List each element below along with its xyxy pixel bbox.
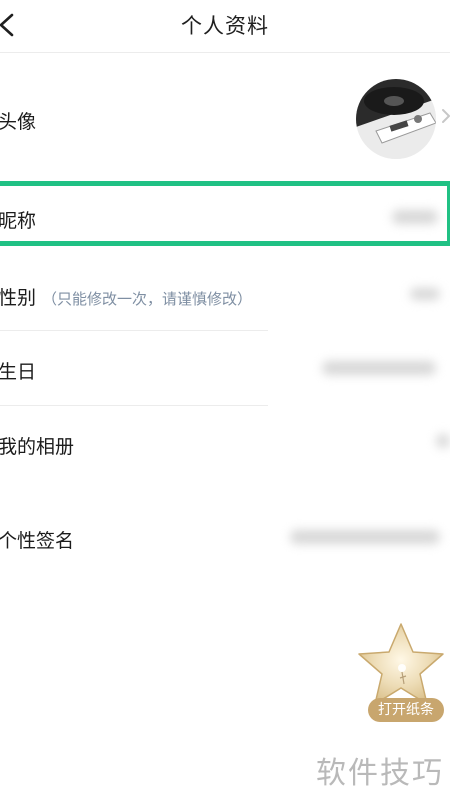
gender-label: 性别 （只能修改一次，请谨慎修改） bbox=[0, 283, 252, 310]
album-label: 我的相册 bbox=[0, 436, 75, 458]
album-row[interactable]: 我的相册 bbox=[0, 406, 450, 486]
page-title: 个人资料 bbox=[181, 14, 269, 38]
signature-value-blurred bbox=[290, 530, 440, 544]
birthday-label: 生日 bbox=[0, 361, 37, 383]
gender-hint: （只能修改一次，请谨慎修改） bbox=[42, 290, 253, 308]
star-icon bbox=[358, 623, 444, 705]
birthday-value-blurred bbox=[322, 361, 436, 375]
watermark: 软件技巧 bbox=[316, 756, 444, 791]
avatar-image bbox=[356, 79, 436, 159]
gender-value-blurred bbox=[410, 288, 440, 300]
gender-label-text: 性别 bbox=[0, 287, 37, 309]
avatar-label: 头像 bbox=[0, 111, 37, 133]
open-note-label: 打开纸条 bbox=[368, 698, 444, 722]
highlight-box bbox=[0, 181, 450, 246]
top-bar: 个人资料 bbox=[0, 0, 450, 53]
birthday-row[interactable]: 生日 bbox=[0, 331, 450, 405]
chevron-right-icon bbox=[442, 109, 450, 123]
gender-row[interactable]: 性别 （只能修改一次，请谨慎修改） bbox=[0, 240, 450, 330]
signature-label: 个性签名 bbox=[0, 530, 75, 552]
signature-row[interactable]: 个性签名 bbox=[0, 486, 450, 586]
album-value-blurred bbox=[436, 434, 450, 448]
avatar[interactable] bbox=[356, 79, 436, 159]
